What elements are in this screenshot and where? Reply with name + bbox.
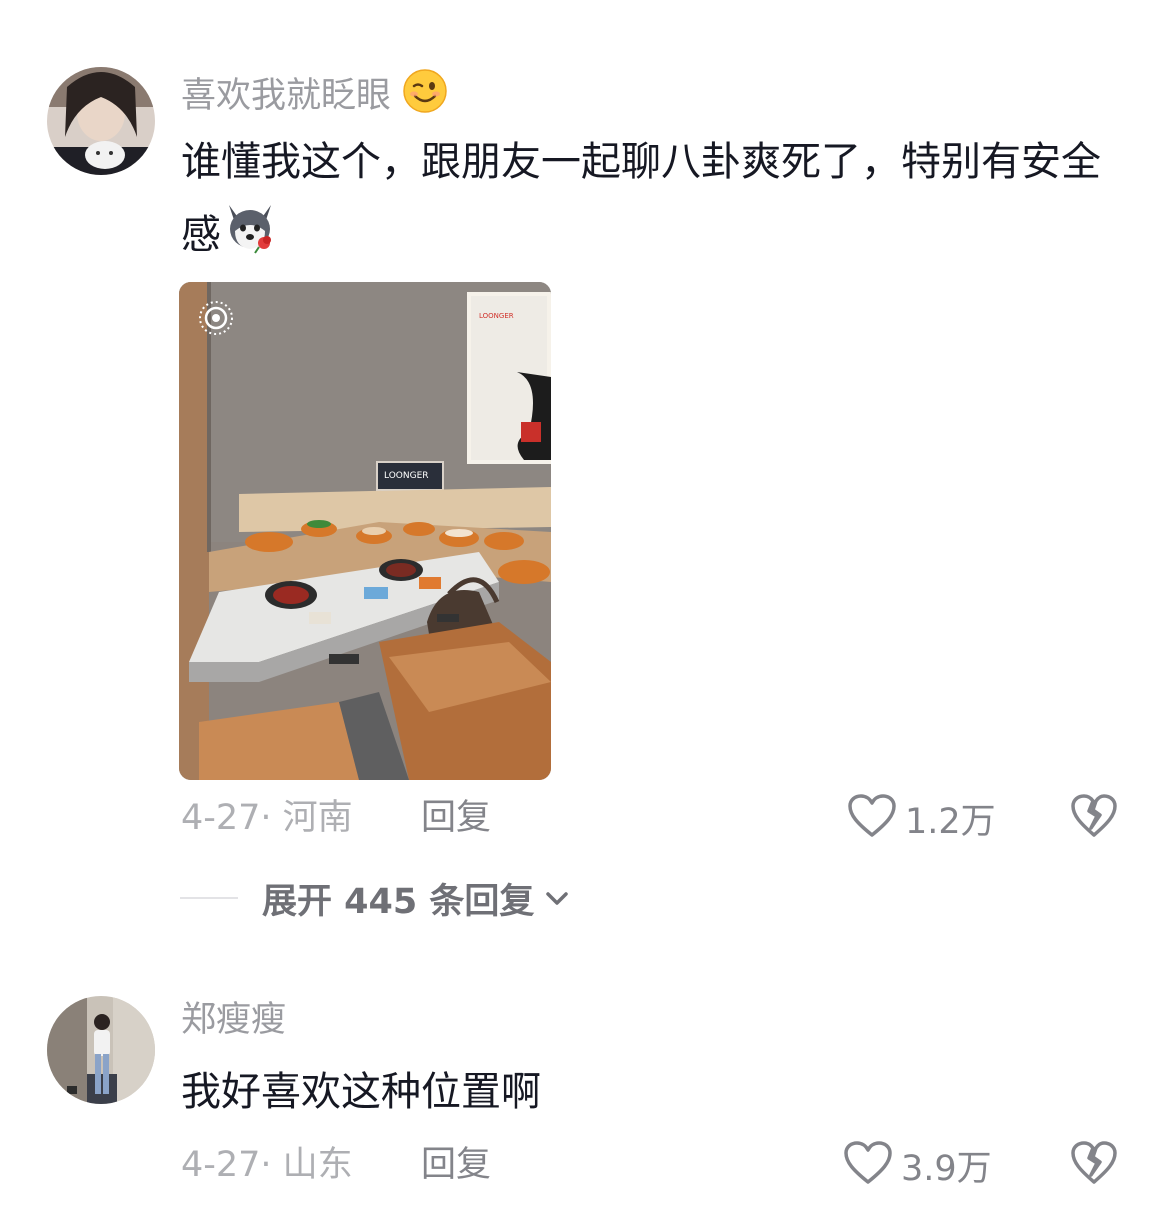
broken-heart-icon (1070, 794, 1118, 843)
expand-divider (180, 897, 238, 899)
hotpot-booth-photo: LOONGER LOONGER (179, 282, 551, 780)
comment-date-location: 4-27· 河南 (181, 798, 353, 838)
comment-date-location: 4-27· 山东 (181, 1145, 353, 1185)
chevron-down-icon (544, 888, 570, 908)
username[interactable]: 郑瘦瘦 (181, 997, 286, 1043)
dislike-button[interactable] (1070, 793, 1118, 841)
expand-replies-label: 展开 445 条回复 (262, 881, 535, 922)
dislike-button[interactable] (1070, 1140, 1118, 1188)
reply-button[interactable]: 回复 (421, 795, 491, 841)
wink-emoji-icon (402, 68, 448, 126)
like-button[interactable]: 3.9万 (843, 1140, 992, 1190)
comment-text-content: 谁懂我这个，跟朋友一起聊八卦爽死了，特别有安全感 (181, 139, 1101, 258)
expand-replies[interactable]: 展开 445 条回复 (180, 875, 570, 922)
reply-button[interactable]: 回复 (421, 1142, 491, 1188)
heart-outline-icon (843, 1140, 893, 1190)
like-count: 3.9万 (901, 1148, 992, 1189)
heart-outline-icon (847, 793, 897, 843)
comment-image[interactable]: LOONGER LOONGER (179, 282, 551, 780)
booth-sign: LOONGER (384, 471, 429, 481)
avatar[interactable] (47, 67, 155, 175)
username[interactable]: 喜欢我就眨眼 (181, 68, 448, 126)
like-button[interactable]: 1.2万 (847, 793, 996, 843)
comment-text: 我好喜欢这种位置啊 (181, 1069, 541, 1115)
avatar[interactable] (47, 996, 155, 1104)
comment-text: 谁懂我这个，跟朋友一起聊八卦爽死了，特别有安全感 (181, 127, 1131, 277)
like-count: 1.2万 (905, 801, 996, 842)
username-text: 喜欢我就眨眼 (181, 76, 392, 116)
poster-brand: LOONGER (479, 312, 514, 320)
husky-rose-emoji-icon (221, 197, 279, 277)
broken-heart-icon (1070, 1141, 1118, 1190)
